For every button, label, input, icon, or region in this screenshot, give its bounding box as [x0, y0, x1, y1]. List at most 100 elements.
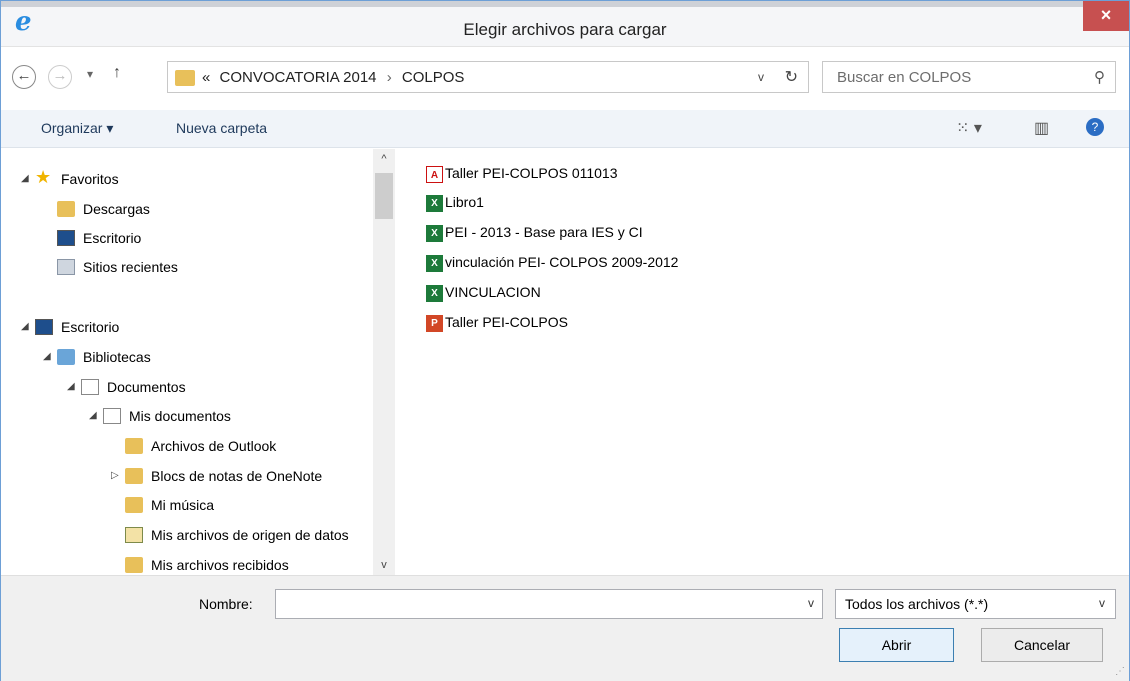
file-dialog: e Elegir archivos para cargar × ← → ▾ ↑ …: [0, 0, 1130, 681]
sidebar-item[interactable]: Sitios recientes: [1, 253, 371, 281]
refresh-icon[interactable]: ↻: [785, 67, 798, 87]
sidebar-item-label: Documentos: [107, 379, 186, 395]
sidebar-item-label: Bibliotecas: [83, 349, 151, 365]
recent-places-icon: [57, 259, 75, 275]
close-button[interactable]: ×: [1083, 1, 1129, 31]
excel-file-icon: X: [426, 224, 443, 242]
help-icon[interactable]: ?: [1086, 118, 1104, 136]
file-name: Taller PEI-COLPOS 011013: [445, 165, 618, 181]
collapse-arrow-icon[interactable]: ◢: [43, 343, 51, 371]
sidebar-item[interactable]: ◢ Bibliotecas: [1, 343, 371, 371]
file-item[interactable]: X Libro1: [426, 190, 484, 214]
file-item[interactable]: X PEI - 2013 - Base para IES y CI: [426, 220, 643, 244]
folder-icon: [125, 468, 143, 484]
search-box[interactable]: Buscar en COLPOS ⚲: [822, 61, 1116, 93]
sidebar-item-label: Favoritos: [61, 171, 119, 187]
sidebar-item[interactable]: ▷ Blocs de notas de OneNote: [1, 462, 371, 490]
dialog-title: Elegir archivos para cargar: [463, 20, 667, 39]
sidebar-item-label: Mis archivos de origen de datos: [151, 527, 349, 543]
back-button[interactable]: ←: [12, 65, 36, 89]
command-bar: Organizar ▾ Nueva carpeta ⁙ ▾ ▥ ?: [1, 110, 1129, 148]
chevron-down-icon[interactable]: v: [808, 596, 814, 610]
desktop-icon: [35, 319, 53, 335]
sidebar-item-label: Escritorio: [83, 230, 142, 246]
collapse-arrow-icon[interactable]: ◢: [89, 402, 97, 430]
sidebar-item-label: Archivos de Outlook: [151, 438, 277, 454]
excel-file-icon: X: [426, 254, 443, 272]
breadcrumb-overflow[interactable]: «: [202, 69, 210, 86]
scroll-thumb[interactable]: [375, 173, 393, 219]
sidebar-item-label: Escritorio: [61, 319, 120, 335]
libraries-icon: [57, 349, 75, 365]
organize-button[interactable]: Organizar ▾: [41, 120, 113, 137]
sidebar-item-label: Blocs de notas de OneNote: [151, 468, 323, 484]
breadcrumb-item-colpos[interactable]: COLPOS: [402, 69, 465, 86]
open-button[interactable]: Abrir: [839, 628, 954, 662]
folder-icon: [175, 70, 195, 86]
file-list: A Taller PEI-COLPOS 011013 X Libro1 X PEI - 2…: [399, 149, 1129, 575]
scroll-up-arrow-icon[interactable]: ^: [373, 149, 395, 169]
file-name-input[interactable]: v: [275, 589, 823, 619]
search-icon[interactable]: ⚲: [1094, 68, 1105, 86]
breadcrumb-separator[interactable]: ›: [387, 69, 392, 86]
breadcrumb: « CONVOCATORIA 2014 › COLPOS: [202, 69, 464, 86]
excel-file-icon: X: [426, 284, 443, 302]
navigation-scrollbar[interactable]: ^ v: [373, 149, 395, 575]
sidebar-item[interactable]: Mi música: [1, 491, 371, 519]
scroll-down-arrow-icon[interactable]: v: [373, 555, 395, 575]
expand-arrow-icon[interactable]: ▷: [111, 462, 119, 490]
resize-grip-icon[interactable]: ⋰: [1115, 666, 1125, 677]
collapse-arrow-icon[interactable]: ◢: [67, 373, 75, 401]
navigation-bar: ← → ▾ ↑ « CONVOCATORIA 2014 › COLPOS v ↻…: [1, 48, 1129, 110]
file-type-select[interactable]: Todos los archivos (*.*) v: [835, 589, 1116, 619]
sidebar-item[interactable]: ◢ Mis documentos: [1, 402, 371, 430]
chevron-down-icon[interactable]: v: [758, 70, 764, 84]
sidebar-item-label: Mi música: [151, 497, 215, 513]
sidebar-item-label: Descargas: [83, 201, 150, 217]
desktop-icon: [57, 230, 75, 246]
sidebar-item-label: Mis documentos: [129, 408, 231, 424]
file-item[interactable]: X VINCULACION: [426, 280, 541, 304]
file-name-label: Nombre:: [199, 596, 253, 612]
recent-locations-dropdown[interactable]: ▾: [87, 67, 93, 81]
change-view-icon[interactable]: ⁙ ▾: [956, 118, 982, 138]
sidebar-item[interactable]: Mis archivos de origen de datos: [1, 521, 371, 549]
forward-button[interactable]: →: [48, 65, 72, 89]
sidebar-item[interactable]: Mis archivos recibidos: [1, 551, 371, 575]
preview-pane-icon[interactable]: ▥: [1034, 118, 1049, 138]
pdf-file-icon: A: [426, 165, 443, 183]
sidebar-item[interactable]: Escritorio: [1, 224, 371, 252]
documents-icon: [81, 379, 99, 395]
sidebar-item[interactable]: Archivos de Outlook: [1, 432, 371, 460]
search-input[interactable]: Buscar en COLPOS: [837, 69, 971, 86]
file-type-value: Todos los archivos (*.*): [845, 596, 989, 612]
download-folder-icon: [57, 201, 75, 217]
breadcrumb-item-convocatoria[interactable]: CONVOCATORIA 2014: [220, 69, 377, 86]
file-name: Libro1: [445, 194, 484, 210]
sidebar-item[interactable]: ◢ ★ Favoritos: [1, 165, 371, 193]
music-folder-icon: [125, 497, 143, 513]
collapse-arrow-icon[interactable]: ◢: [21, 165, 29, 193]
chevron-down-icon[interactable]: v: [1099, 596, 1105, 610]
collapse-arrow-icon[interactable]: ◢: [21, 313, 29, 341]
new-folder-button[interactable]: Nueva carpeta: [176, 120, 267, 136]
file-item[interactable]: A Taller PEI-COLPOS 011013: [426, 161, 618, 185]
cancel-button[interactable]: Cancelar: [981, 628, 1103, 662]
data-sources-icon: [125, 527, 143, 543]
sidebar-item[interactable]: ◢ Escritorio: [1, 313, 371, 341]
dialog-footer: Nombre: v Todos los archivos (*.*) v Abr…: [1, 575, 1129, 681]
file-item[interactable]: Xvinculación PEI- COLPOS 2009-2012: [426, 250, 678, 274]
folder-icon: [125, 557, 143, 573]
file-item[interactable]: P Taller PEI-COLPOS: [426, 310, 568, 334]
folder-icon: [125, 438, 143, 454]
sidebar-item-label: Mis archivos recibidos: [151, 557, 289, 573]
sidebar-item[interactable]: ◢ Documentos: [1, 373, 371, 401]
star-icon: ★: [35, 167, 52, 187]
up-button[interactable]: ↑: [113, 64, 121, 82]
documents-icon: [103, 408, 121, 424]
address-bar[interactable]: « CONVOCATORIA 2014 › COLPOS v ↻: [167, 61, 809, 93]
navigation-pane: ◢ ★ Favoritos Descargas Escritorio Sitios rec…: [1, 149, 399, 575]
sidebar-item[interactable]: Descargas: [1, 195, 371, 223]
file-name: Taller PEI-COLPOS: [445, 314, 568, 330]
file-name: vinculación PEI- COLPOS 2009-2012: [445, 254, 679, 270]
